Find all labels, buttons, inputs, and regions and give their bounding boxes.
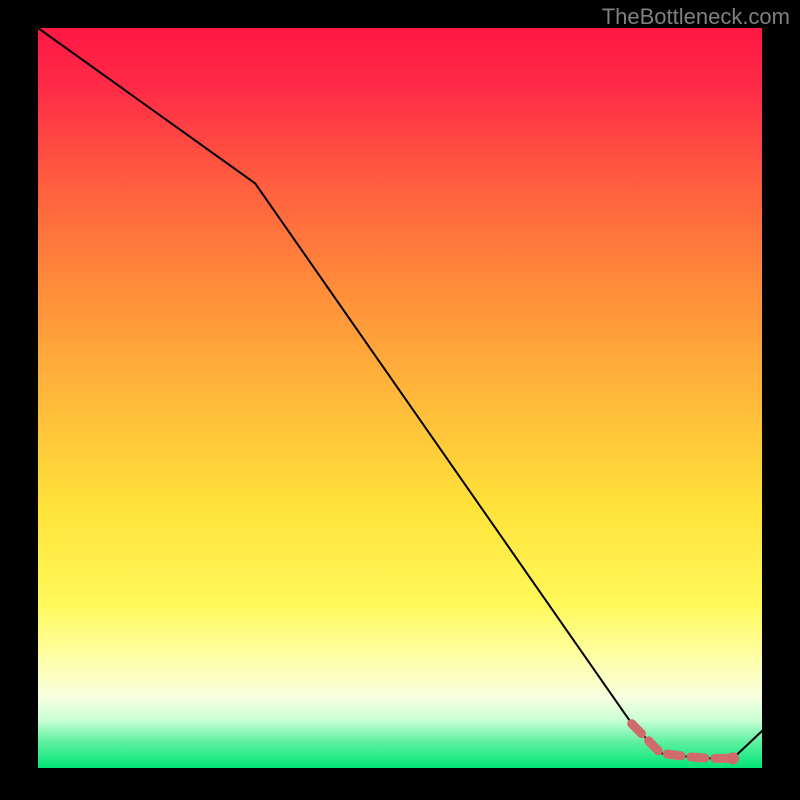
plot-background	[38, 28, 762, 768]
bottleneck-chart	[0, 0, 800, 800]
chart-frame: TheBottleneck.com	[0, 0, 800, 800]
watermark-label: TheBottleneck.com	[602, 4, 790, 30]
sweet-spot-point	[727, 752, 739, 764]
